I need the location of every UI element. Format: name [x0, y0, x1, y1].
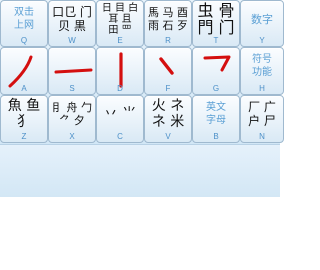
- key-r-letter: R: [165, 36, 171, 45]
- key-a-pie-stroke[interactable]: A: [0, 47, 48, 95]
- key-t[interactable]: 虫 骨 門 门 T: [192, 0, 240, 47]
- key-x-letter: X: [69, 132, 75, 141]
- key-h-symbols[interactable]: 符号 功能 H: [240, 47, 284, 95]
- key-d-letter: D: [117, 84, 123, 93]
- key-f-letter: F: [165, 84, 171, 93]
- key-e[interactable]: 日 目 白 耳 且 田 罒 E: [96, 0, 144, 47]
- key-b-letter: B: [213, 132, 219, 141]
- key-y-numbers[interactable]: 数字 Y: [240, 0, 284, 47]
- key-b-english[interactable]: 英文 字母 B: [192, 95, 240, 143]
- key-n-label: 厂 广 户 ⼫: [248, 100, 276, 128]
- key-d-vertical-stroke[interactable]: D: [96, 47, 144, 95]
- key-q-letter: Q: [20, 36, 28, 45]
- key-w-label: 口㔾 门 贝 黒: [52, 5, 92, 33]
- key-w-letter: W: [68, 36, 76, 45]
- key-e-letter: E: [117, 36, 123, 45]
- key-s-letter: S: [69, 84, 75, 93]
- key-t-label: 虫 骨 門 门: [197, 1, 235, 37]
- key-n[interactable]: 厂 广 户 ⼫ N: [240, 95, 284, 143]
- key-r-label: 馬 马 酉 雨 石 歹: [148, 6, 188, 32]
- key-x[interactable]: ⺝ 舟 勹 ⺈ 夕 X: [48, 95, 96, 143]
- key-y-letter: Y: [259, 36, 265, 45]
- key-g-turning-stroke[interactable]: G: [192, 47, 240, 95]
- key-a-letter: A: [21, 84, 27, 93]
- key-v-label: 火 ネ ネ 米: [151, 98, 185, 130]
- key-w[interactable]: 口㔾 门 贝 黒 W: [48, 0, 96, 47]
- key-e-label: 日 目 白 耳 且 田 罒: [101, 2, 139, 36]
- key-n-letter: N: [259, 132, 265, 141]
- candidate-input-area[interactable]: [0, 144, 280, 197]
- key-v[interactable]: 火 ネ ネ 米 V: [144, 95, 192, 143]
- key-y-label: 数字: [251, 12, 273, 26]
- key-grid: 双击 上网 Q 口㔾 门 贝 黒 W 日 目 白 耳 且 田 罒 E 馬 马 酉…: [0, 0, 284, 144]
- key-b-label: 英文 字母: [206, 102, 226, 126]
- key-g-letter: G: [212, 84, 220, 93]
- key-t-letter: T: [213, 36, 219, 45]
- key-h-label: 符号 功能: [252, 54, 272, 78]
- handwriting-stroke-keyboard: 双击 上网 Q 口㔾 门 贝 黒 W 日 目 白 耳 且 田 罒 E 馬 马 酉…: [0, 0, 284, 270]
- key-h-letter: H: [259, 84, 265, 93]
- key-r[interactable]: 馬 马 酉 雨 石 歹 R: [144, 0, 192, 47]
- key-q-internet[interactable]: 双击 上网 Q: [0, 0, 48, 47]
- key-x-label: ⺝ 舟 勹 ⺈ 夕: [52, 101, 92, 127]
- key-f-dot-stroke[interactable]: F: [144, 47, 192, 95]
- key-v-letter: V: [165, 132, 171, 141]
- key-z-letter: Z: [21, 132, 27, 141]
- key-c-letter: C: [117, 132, 123, 141]
- key-q-label: 双击 上网: [14, 7, 34, 31]
- key-z-label: 魚 鱼 犭: [7, 98, 41, 130]
- key-c-label: 丷 ⺌: [103, 106, 137, 122]
- key-z[interactable]: 魚 鱼 犭 Z: [0, 95, 48, 143]
- key-s-horizontal-stroke[interactable]: S: [48, 47, 96, 95]
- key-c[interactable]: 丷 ⺌ C: [96, 95, 144, 143]
